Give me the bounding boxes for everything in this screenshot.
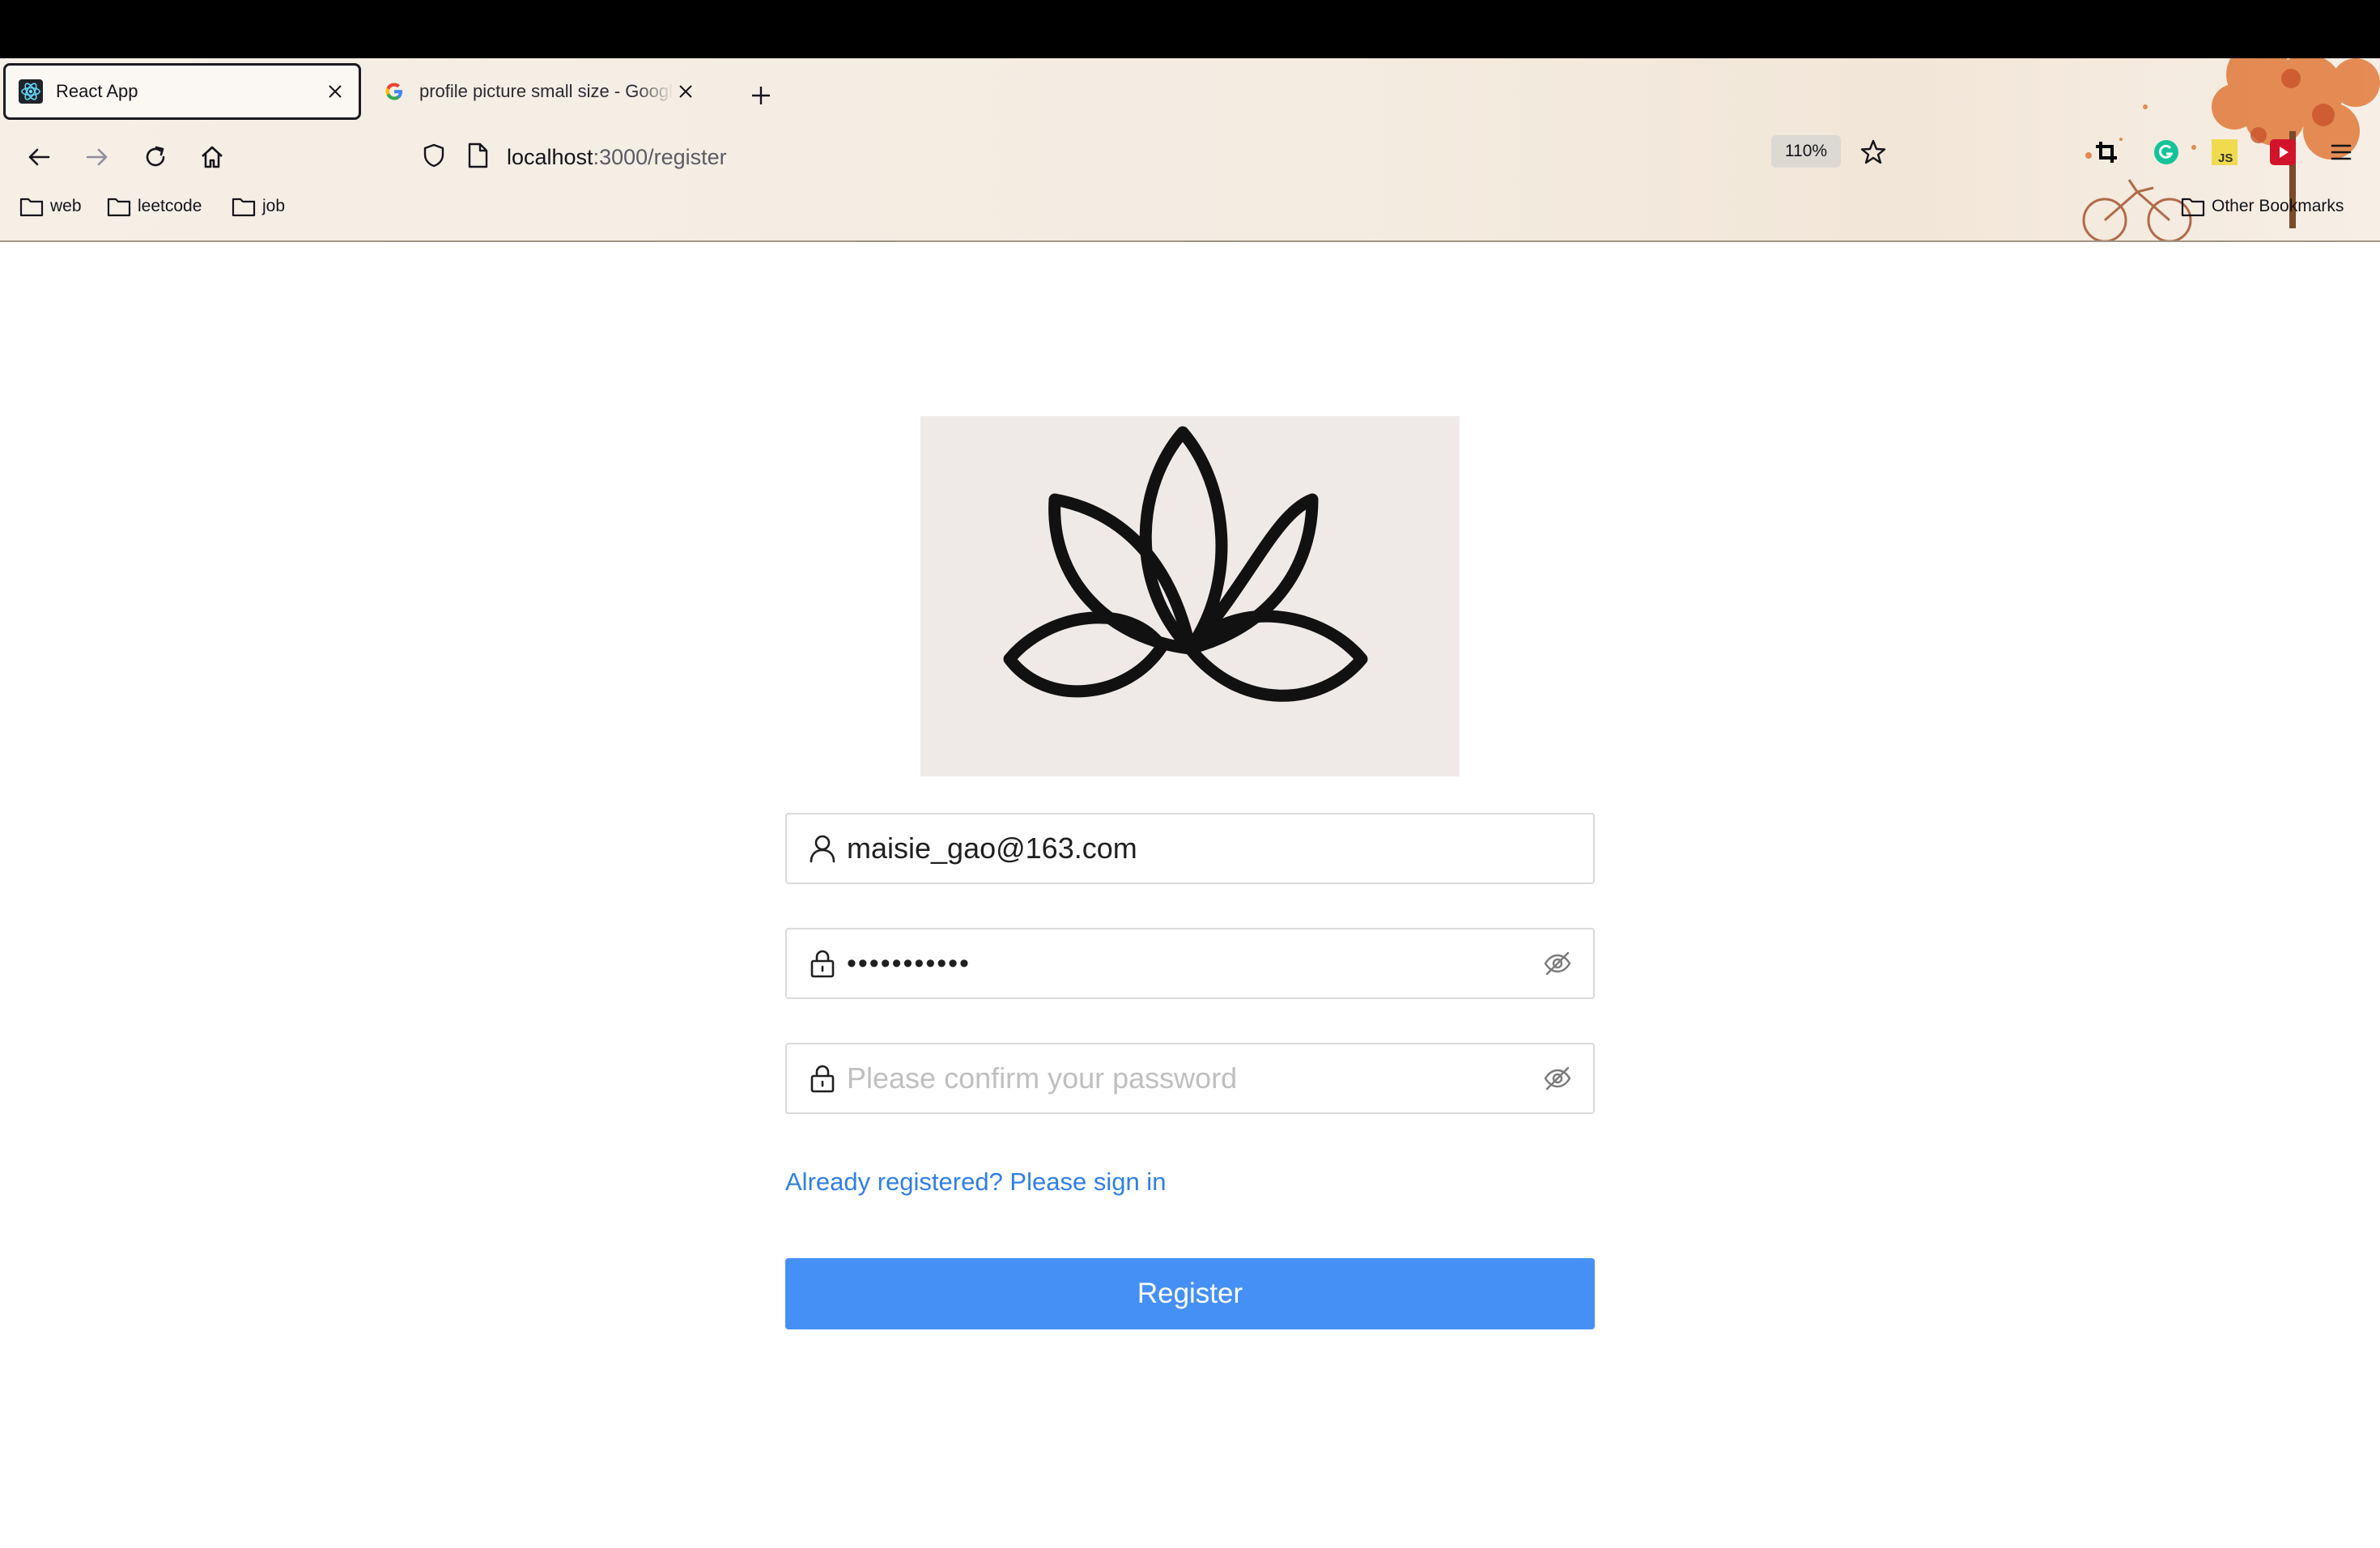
url-host: localhost: [507, 144, 593, 169]
zoom-level[interactable]: 110%: [1771, 135, 1841, 168]
back-button[interactable]: [19, 138, 58, 176]
confirm-password-field[interactable]: Please confirm your password: [785, 1043, 1595, 1114]
tab-title: React App: [56, 81, 138, 101]
eye-invisible-icon[interactable]: [1540, 1061, 1575, 1096]
email-field[interactable]: maisie_gao@163.com: [785, 813, 1595, 884]
email-input-value: maisie_gao@163.com: [847, 831, 1137, 865]
menu-icon[interactable]: [2323, 134, 2359, 170]
close-tab-icon[interactable]: [323, 79, 347, 104]
lotus-logo: [920, 416, 1460, 776]
new-tab-button[interactable]: [743, 78, 779, 113]
crop-icon[interactable]: [2089, 134, 2124, 170]
tab-react-app[interactable]: React App: [3, 63, 361, 120]
page-icon: [466, 142, 489, 172]
nav-bar: localhost:3000/register: [0, 128, 2380, 186]
js-extension-icon[interactable]: JS: [2207, 134, 2242, 170]
forward-button[interactable]: [78, 138, 117, 176]
lotus-icon: [1003, 426, 1368, 702]
lock-icon: [806, 947, 839, 980]
tab-google-search[interactable]: profile picture small size - Google Sear…: [369, 63, 709, 120]
bookmark-folder-leetcode[interactable]: leetcode: [107, 196, 202, 217]
bookmark-label: Other Bookmarks: [2212, 197, 2344, 215]
url-text: localhost:3000/register: [507, 145, 727, 170]
folder-icon: [19, 198, 44, 217]
bookmark-label: web: [50, 197, 82, 215]
reload-button[interactable]: [136, 138, 175, 176]
shield-icon[interactable]: [421, 142, 447, 172]
bookmark-folder-job[interactable]: job: [232, 196, 285, 217]
folder-icon: [232, 198, 256, 217]
lock-icon: [806, 1062, 839, 1095]
sign-in-link[interactable]: Already registered? Please sign in: [785, 1167, 1166, 1197]
user-icon: [806, 832, 839, 865]
bookmarks-bar: web leetcode job Other Bookmarks: [0, 188, 2380, 228]
folder-icon: [2181, 198, 2205, 217]
close-tab-icon[interactable]: [674, 79, 698, 104]
register-button[interactable]: Register: [785, 1258, 1595, 1329]
grammarly-icon[interactable]: [2148, 134, 2184, 170]
google-icon: [382, 79, 406, 104]
browser-chrome: React App profile picture small size - G…: [0, 58, 2380, 242]
tab-title: profile picture small size - Google Sear…: [419, 81, 674, 101]
eye-invisible-icon[interactable]: [1540, 946, 1575, 981]
bookmark-label: leetcode: [138, 197, 202, 215]
bookmark-star-icon[interactable]: [1855, 134, 1891, 170]
other-bookmarks[interactable]: Other Bookmarks: [2181, 196, 2344, 217]
youtube-icon[interactable]: [2265, 134, 2301, 170]
confirm-password-placeholder: Please confirm your password: [847, 1061, 1238, 1095]
bookmark-folder-web[interactable]: web: [19, 196, 82, 217]
url-path: :3000/register: [593, 144, 727, 169]
bookmark-label: job: [262, 197, 286, 215]
address-bar[interactable]: localhost:3000/register: [421, 136, 1862, 178]
home-button[interactable]: [193, 138, 232, 176]
tab-strip: React App profile picture small size - G…: [0, 58, 2380, 128]
password-field[interactable]: •••••••••••: [785, 928, 1595, 999]
svg-text:JS: JS: [2218, 151, 2233, 165]
folder-icon: [107, 198, 131, 217]
react-icon: [19, 79, 43, 104]
password-input-value: •••••••••••: [847, 947, 971, 979]
os-top-bar: [0, 0, 2380, 58]
